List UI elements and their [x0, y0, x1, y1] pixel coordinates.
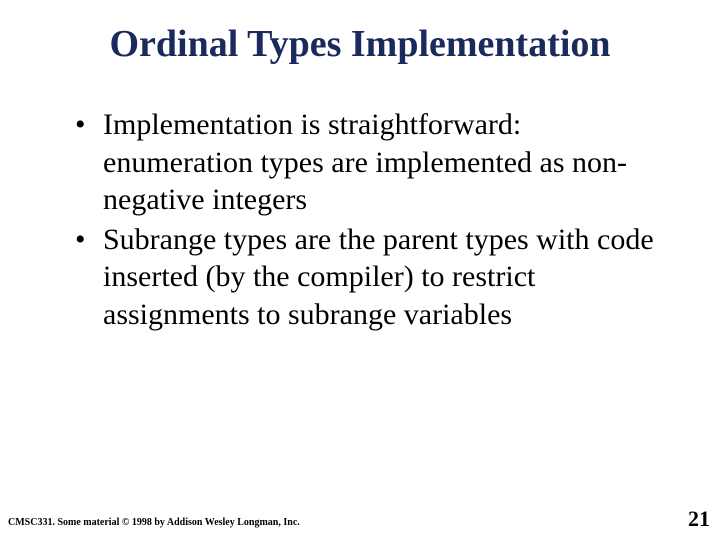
list-item: Subrange types are the parent types with…	[75, 221, 670, 334]
slide-title: Ordinal Types Implementation	[0, 0, 720, 106]
page-number: 21	[688, 506, 710, 532]
list-item: Implementation is straightforward: enume…	[75, 106, 670, 219]
footer-attribution: CMSC331. Some material © 1998 by Addison…	[8, 517, 300, 528]
bullet-list: Implementation is straightforward: enume…	[75, 106, 670, 333]
slide-content: Implementation is straightforward: enume…	[0, 106, 720, 333]
